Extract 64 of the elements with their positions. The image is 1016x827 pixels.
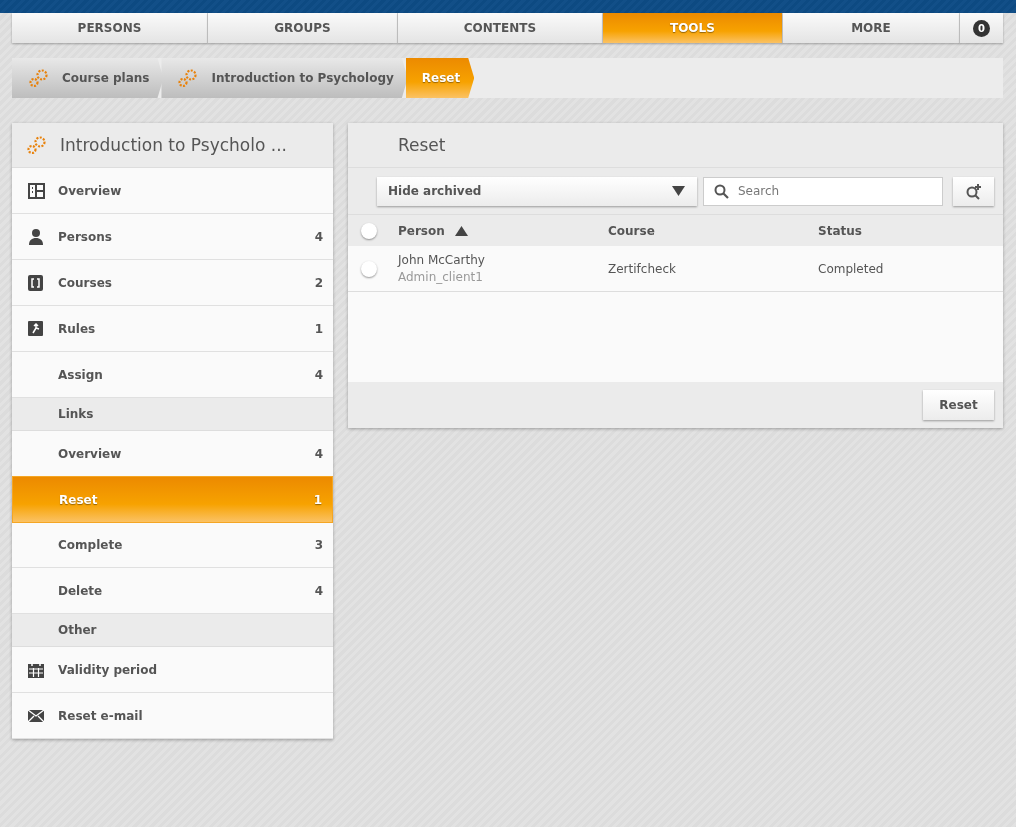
item-label: Assign <box>58 367 104 382</box>
filter-dropdown[interactable]: Hide archived <box>377 176 697 206</box>
item-count: 4 <box>314 367 323 382</box>
breadcrumb-item[interactable]: Course plans <box>12 58 164 98</box>
item-label: Overview <box>58 446 123 461</box>
notification-button[interactable]: 0 <box>960 13 1003 43</box>
item-label: Complete <box>58 537 124 552</box>
item-count: 4 <box>314 446 323 461</box>
sort-up-icon <box>454 225 468 236</box>
item-count: 3 <box>314 537 323 552</box>
nav-tab[interactable]: MORE <box>782 13 960 43</box>
panel-title: Reset <box>348 123 1003 168</box>
nav-tab[interactable]: PERSONS <box>12 13 208 43</box>
search-field[interactable]: Search <box>703 176 943 206</box>
client-name: Admin_client1 <box>398 270 484 284</box>
nav-tab[interactable]: GROUPS <box>207 13 398 43</box>
row-checkbox[interactable] <box>361 260 377 277</box>
table-cell-text: Zertifcheck <box>608 261 677 276</box>
search-icon <box>714 183 729 199</box>
person-icon <box>28 228 44 245</box>
item-label: Reset e-mail <box>58 708 144 723</box>
item-label: Courses <box>58 275 113 290</box>
item-label: Overview <box>58 183 123 198</box>
branch-icon <box>28 321 43 336</box>
column-header[interactable]: Status <box>818 223 1003 238</box>
table-cell-text: Completed <box>818 261 885 276</box>
sidebar-item[interactable]: Validity period <box>12 647 333 693</box>
item-label: Rules <box>58 321 97 336</box>
layout-icon <box>28 182 45 199</box>
sidebar-item[interactable]: Complete 3 <box>12 522 333 568</box>
item-label: Validity period <box>58 662 158 677</box>
column-header[interactable]: Course <box>608 223 818 238</box>
section-heading: Links <box>12 398 333 431</box>
calendar-icon <box>28 661 44 678</box>
breadcrumb-item[interactable]: Introduction to Psychology <box>161 58 408 98</box>
envelope-icon <box>28 709 44 722</box>
item-label: Reset <box>59 492 99 507</box>
item-label: Delete <box>58 583 104 598</box>
add-search-button[interactable] <box>953 176 994 206</box>
nav-tab[interactable]: CONTENTS <box>397 13 603 43</box>
gears-icon <box>28 68 50 88</box>
item-count: 4 <box>314 229 323 244</box>
caret-icon <box>672 186 685 196</box>
gears-icon <box>177 68 200 88</box>
sidebar-item[interactable]: Rules 1 <box>12 306 333 352</box>
item-count: 1 <box>314 321 323 336</box>
sidebar-item[interactable]: Persons 4 <box>12 214 333 260</box>
sidebar-title: Introduction to Psycholo ... <box>60 135 287 155</box>
column-header[interactable]: Person <box>398 223 608 238</box>
reset-button[interactable]: Reset <box>923 390 994 420</box>
book-icon <box>28 274 43 291</box>
gears-icon <box>26 135 48 155</box>
select-all-checkbox[interactable] <box>361 222 377 239</box>
item-count: 2 <box>314 275 323 290</box>
item-count: 4 <box>314 583 323 598</box>
search-plus-icon <box>965 182 982 200</box>
sidebar-item[interactable]: Reset e-mail <box>12 693 333 739</box>
sidebar-item[interactable]: Courses 2 <box>12 260 333 306</box>
item-count: 1 <box>313 492 322 507</box>
item-label: Persons <box>58 229 113 244</box>
sidebar-item[interactable]: Overview <box>12 168 333 214</box>
person-name: John McCarthy <box>398 253 486 267</box>
notification-count: 0 <box>973 19 990 37</box>
section-heading: Other <box>12 614 333 647</box>
